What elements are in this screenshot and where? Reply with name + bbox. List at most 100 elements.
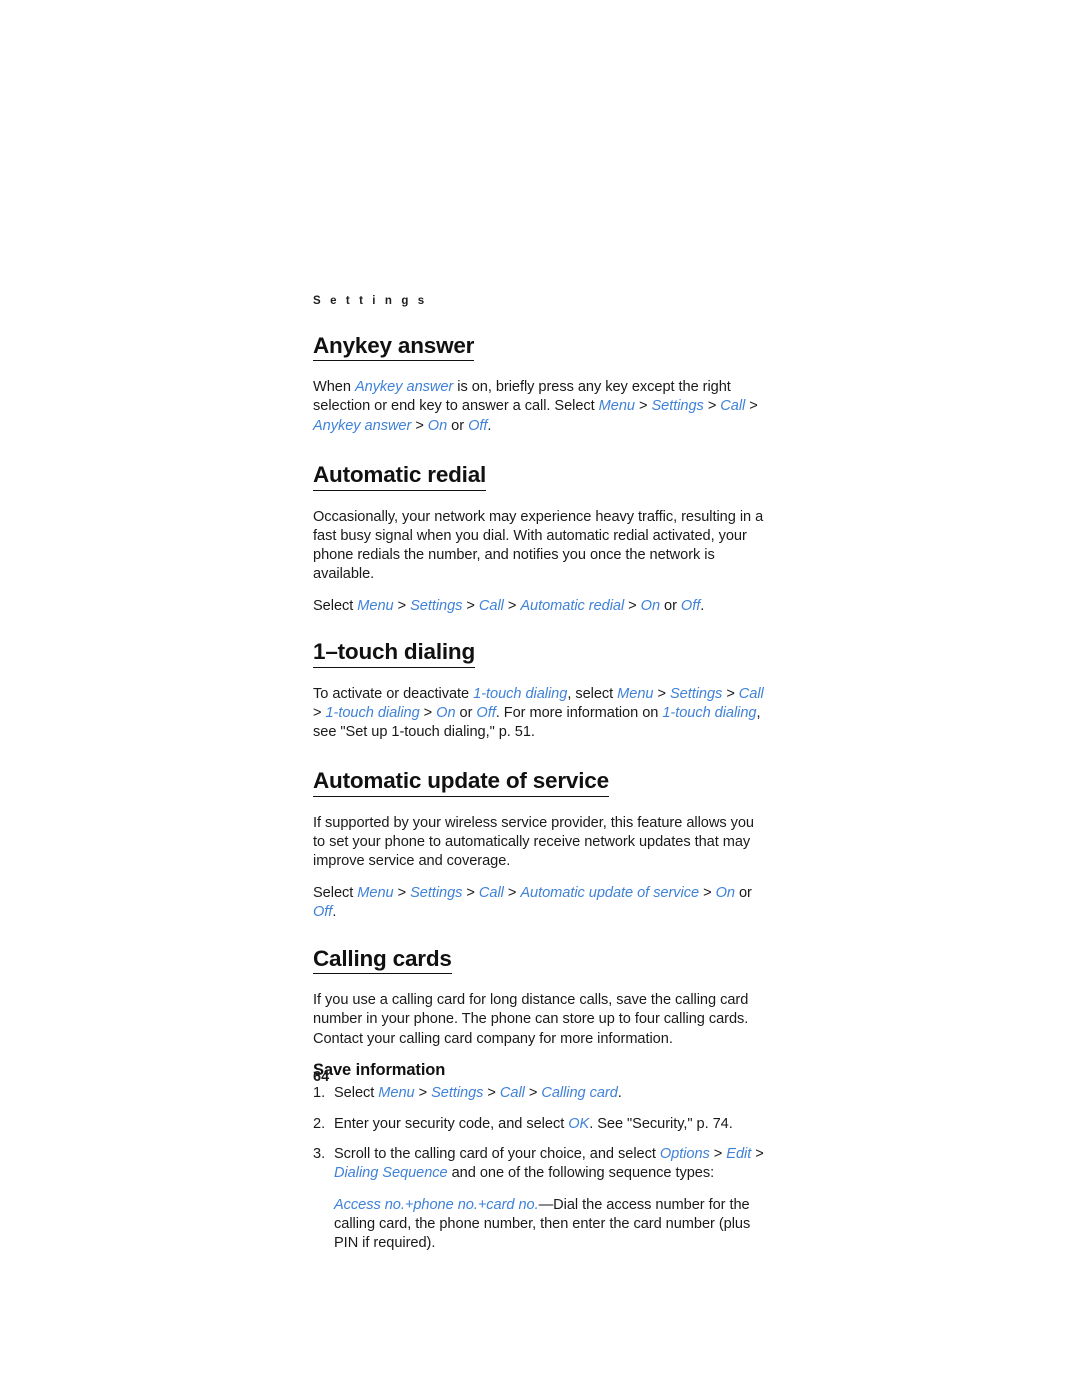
- path-separator: >: [411, 417, 428, 434]
- text-fragment: Select: [313, 885, 358, 902]
- ui-term: On: [640, 597, 661, 614]
- ui-term: Call: [738, 685, 764, 702]
- ui-term: Anykey answer: [313, 417, 412, 434]
- ui-term: 1-touch dialing: [473, 685, 568, 702]
- ui-term: Menu: [378, 1085, 415, 1102]
- text-fragment: .: [700, 597, 705, 614]
- section-title-automatic-update-of-service: Automatic update of service: [313, 768, 609, 798]
- ui-term: Menu: [598, 398, 635, 415]
- paragraph-calling-cards: If you use a calling card for long dista…: [313, 992, 749, 1047]
- paragraph-automatic-update: If supported by your wireless service pr…: [313, 815, 754, 870]
- path-separator: >: [462, 597, 479, 614]
- section-automatic-redial-title-wrap: Automatic redial: [313, 462, 765, 499]
- path-separator: >: [624, 597, 641, 614]
- ui-term: 1-touch dialing: [325, 704, 420, 721]
- section-automatic-update-title-wrap: Automatic update of service: [313, 768, 765, 805]
- ui-term: Settings: [410, 597, 463, 614]
- ui-term: Settings: [410, 885, 463, 902]
- section-calling-cards-title-wrap: Calling cards: [313, 946, 765, 983]
- paragraph-automatic-redial: Occasionally, your network may experienc…: [313, 508, 764, 582]
- path-separator: >: [703, 398, 721, 415]
- text-fragment: . See "Security," p. 74.: [589, 1115, 733, 1132]
- path-separator: >: [745, 398, 758, 415]
- section-one-touch-dialing-title-wrap: 1–touch dialing: [313, 639, 765, 676]
- text-fragment: and one of the following sequence types:: [447, 1164, 715, 1181]
- text-fragment: .: [617, 1085, 622, 1102]
- section-anykey-answer-title-wrap: Anykey answer: [313, 333, 765, 370]
- ui-term: Call: [478, 885, 504, 902]
- ui-term: Edit: [726, 1145, 752, 1162]
- ui-term: On: [715, 885, 735, 902]
- list-item-number: 3.: [313, 1145, 326, 1162]
- text-fragment: , select: [567, 685, 618, 702]
- text-fragment: or: [660, 597, 681, 614]
- ui-term: Call: [720, 398, 746, 415]
- ui-term: Settings: [651, 398, 704, 415]
- ui-term: On: [436, 704, 456, 721]
- ui-term: On: [427, 417, 448, 434]
- paragraph-anykey-answer: When Anykey answer is on, briefly press …: [313, 378, 765, 435]
- path-separator: >: [524, 1085, 542, 1102]
- path-separator: >: [414, 1085, 432, 1102]
- ui-term: Off: [468, 417, 488, 434]
- ui-term: Settings: [669, 685, 723, 702]
- ui-term: Menu: [357, 885, 394, 902]
- ui-term: Automatic update of service: [520, 885, 700, 902]
- text-fragment: Select: [334, 1085, 379, 1102]
- paragraph-sequence-type-access-no: Access no.+phone no.+card no.—Dial the a…: [334, 1196, 765, 1253]
- section-title-one-touch-dialing: 1–touch dialing: [313, 639, 475, 668]
- document-page: S e t t i n g s Anykey answer When Anyke…: [0, 0, 1080, 1397]
- list-item: 2. Enter your security code, and select O…: [313, 1115, 765, 1134]
- ui-term: 1-touch dialing: [662, 704, 757, 721]
- ui-term: Call: [478, 597, 504, 614]
- page-number: 64: [313, 1069, 330, 1085]
- path-separator: >: [699, 885, 716, 902]
- text-fragment: or: [455, 704, 477, 721]
- list-item-number: 1.: [313, 1085, 326, 1102]
- path-separator: >: [393, 885, 411, 902]
- text-fragment: To activate or deactivate: [313, 685, 474, 702]
- text-fragment: or: [734, 885, 752, 902]
- section-title-calling-cards: Calling cards: [313, 946, 452, 975]
- path-separator: >: [653, 685, 670, 702]
- path-separator: >: [483, 1085, 500, 1102]
- ui-term: Off: [476, 704, 496, 721]
- path-separator: >: [503, 597, 521, 614]
- text-fragment: .: [332, 904, 337, 921]
- text-fragment: Enter your security code, and select: [334, 1115, 569, 1132]
- ui-term: Off: [313, 904, 333, 921]
- path-separator: >: [722, 685, 739, 702]
- ui-term: Access no.+phone no.+card no.: [334, 1196, 539, 1213]
- path-separator: >: [462, 885, 479, 902]
- section-title-anykey-answer: Anykey answer: [313, 333, 474, 362]
- text-fragment: When: [313, 379, 355, 396]
- ui-term: Calling card: [541, 1085, 618, 1102]
- section-title-automatic-redial: Automatic redial: [313, 462, 486, 491]
- ui-term: OK: [568, 1115, 590, 1132]
- path-separator: >: [709, 1145, 727, 1162]
- text-fragment: or: [447, 417, 469, 434]
- paragraph-one-touch-dialing: To activate or deactivate 1-touch dialin…: [313, 685, 765, 742]
- page-content-column: S e t t i n g s Anykey answer When Anyke…: [313, 295, 765, 1253]
- text-fragment: .: [487, 417, 492, 434]
- ui-term: Dialing Sequence: [334, 1164, 448, 1181]
- path-separator: >: [634, 398, 652, 415]
- path-separator: >: [313, 704, 326, 721]
- list-item: 3. Scroll to the calling card of your cho…: [313, 1145, 765, 1183]
- path-separator: >: [393, 597, 411, 614]
- text-fragment: . For more information on: [495, 704, 663, 721]
- ui-term: Off: [680, 597, 701, 614]
- running-head: S e t t i n g s: [313, 295, 428, 307]
- select-path-automatic-update: Select Menu > Settings > Call > Automati…: [313, 884, 765, 922]
- steps-list-save-information: 1. Select Menu > Settings > Call > Callin…: [313, 1084, 765, 1182]
- ui-term: Anykey answer: [354, 379, 454, 396]
- path-separator: >: [503, 885, 521, 902]
- ui-term: Automatic redial: [520, 597, 625, 614]
- path-separator: >: [419, 704, 437, 721]
- text-fragment: Select: [313, 597, 358, 614]
- ui-term: Options: [659, 1145, 710, 1162]
- select-path-automatic-redial: Select Menu > Settings > Call > Automati…: [313, 597, 765, 616]
- text-fragment: Scroll to the calling card of your choic…: [334, 1145, 660, 1162]
- subsection-title-save-information: Save information: [313, 1060, 446, 1079]
- list-item-number: 2.: [313, 1115, 326, 1132]
